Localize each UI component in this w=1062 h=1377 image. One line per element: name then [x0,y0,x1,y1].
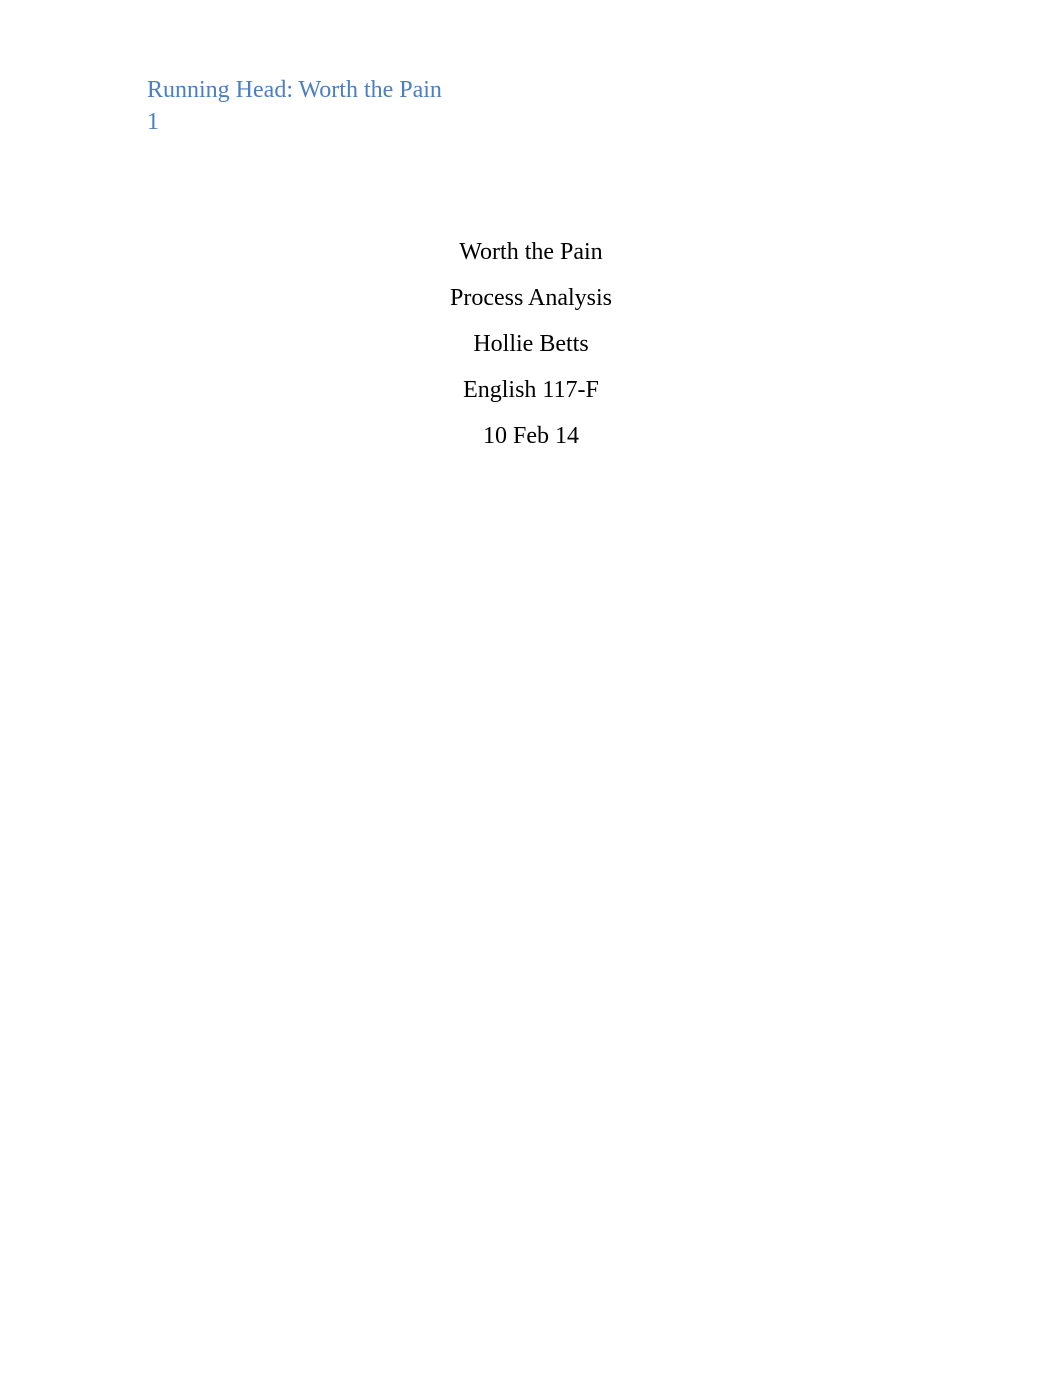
document-title: Worth the Pain [147,239,915,266]
document-date: 10 Feb 14 [147,423,915,450]
document-author: Hollie Betts [147,331,915,358]
document-page: Running Head: Worth the Pain 1 Worth the… [0,0,1062,1377]
running-head-text: Running Head: Worth the Pain [147,74,915,106]
running-head: Running Head: Worth the Pain 1 [147,74,915,139]
document-course: English 117-F [147,377,915,404]
title-block: Worth the Pain Process Analysis Hollie B… [147,239,915,450]
page-number: 1 [147,106,915,138]
document-subtitle: Process Analysis [147,285,915,312]
